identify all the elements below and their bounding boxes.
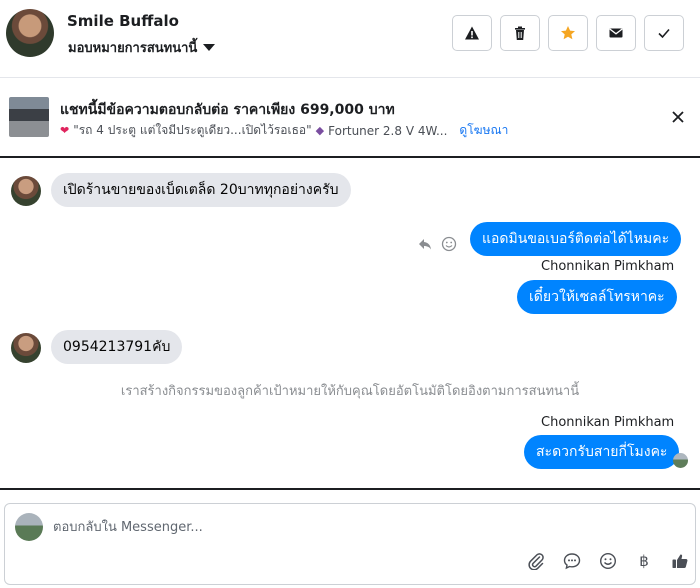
mark-done-button[interactable]: [644, 15, 684, 51]
attach-button[interactable]: [527, 552, 545, 570]
emoji-button[interactable]: [599, 552, 617, 570]
saved-replies-button[interactable]: [563, 552, 581, 570]
assign-conversation-dropdown[interactable]: มอบหมายการสนทนานี้: [68, 37, 216, 58]
ad-title: แชทนี้มีข้อความตอบกลับต่อ ราคาเพียง 699,…: [60, 102, 395, 118]
incoming-message[interactable]: เปิดร้านขายของเบ็ดเตล็ด 20บาททุกอย่างครั…: [51, 173, 351, 207]
assign-label: มอบหมายการสนทนานี้: [68, 41, 198, 56]
chat-bubble-icon: [563, 553, 581, 570]
mark-unread-button[interactable]: [596, 15, 636, 51]
delete-button[interactable]: [500, 15, 540, 51]
sender-name: Chonnikan Pimkham: [541, 259, 675, 274]
outgoing-message[interactable]: เดี๋ยวให้เซลล์โทรหาคะ: [517, 280, 677, 314]
star-button[interactable]: [548, 15, 588, 51]
ad-banner: แชทนี้มีข้อความตอบกลับต่อ ราคาเพียง 699,…: [0, 78, 700, 158]
view-ad-link[interactable]: ดูโฆษณา: [459, 121, 508, 140]
composer-tools: ฿: [527, 552, 689, 570]
ad-snippet: ❤ "รถ 4 ประตู แต่ใจมีประตูเดียว...เปิดไว…: [60, 121, 508, 140]
header-actions: [452, 15, 684, 51]
message-actions: [417, 236, 457, 252]
check-icon: [658, 28, 670, 39]
trash-icon: [515, 26, 525, 40]
thumbs-up-icon: [672, 554, 688, 568]
like-button[interactable]: [671, 552, 689, 570]
envelope-icon: [609, 28, 623, 38]
reply-input[interactable]: [53, 514, 653, 540]
reply-composer: ฿: [4, 503, 696, 585]
outgoing-message[interactable]: สะดวกรับสายกี่โมงคะ: [524, 435, 680, 469]
contact-name[interactable]: Smile Buffalo: [67, 12, 179, 30]
conversation-header: Smile Buffalo มอบหมายการสนทนานี้: [0, 0, 700, 78]
smiley-icon: [599, 552, 617, 570]
outgoing-message[interactable]: แอดมินขอเบอร์ติดต่อได้ไหมคะ: [470, 222, 682, 256]
close-icon[interactable]: [670, 109, 686, 125]
car-icon: ◆: [315, 124, 325, 137]
paperclip-icon: [528, 553, 544, 570]
ad-thumbnail[interactable]: [9, 97, 49, 137]
contact-avatar-small: [11, 333, 41, 363]
reply-icon[interactable]: [417, 236, 433, 252]
message-thread[interactable]: เปิดร้านขายของเบ็ดเตล็ด 20บาททุกอย่างครั…: [0, 158, 700, 490]
payment-baht-icon[interactable]: ฿: [635, 552, 653, 570]
incoming-message[interactable]: 0954213791คับ: [51, 330, 183, 364]
mark-spam-button[interactable]: [452, 15, 492, 51]
contact-avatar[interactable]: [6, 9, 54, 57]
contact-avatar-small: [11, 176, 41, 206]
sender-name: Chonnikan Pimkham: [541, 415, 675, 430]
caret-down-icon: [203, 44, 216, 51]
heart-icon: ❤: [60, 124, 70, 137]
page-avatar: [15, 513, 43, 541]
seen-receipt-avatar: [673, 453, 688, 468]
star-icon: [561, 26, 575, 40]
emoji-reaction-icon[interactable]: [441, 236, 457, 252]
ad-snippet-car: Fortuner 2.8 V 4W...: [328, 123, 448, 138]
system-note: เราสร้างกิจกรรมของลูกค้าเป้าหมายให้กับคุ…: [120, 384, 580, 399]
warning-icon: [465, 26, 479, 40]
ad-snippet-quote: "รถ 4 ประตู แต่ใจมีประตูเดียว...เปิดไว้ร…: [73, 123, 312, 137]
